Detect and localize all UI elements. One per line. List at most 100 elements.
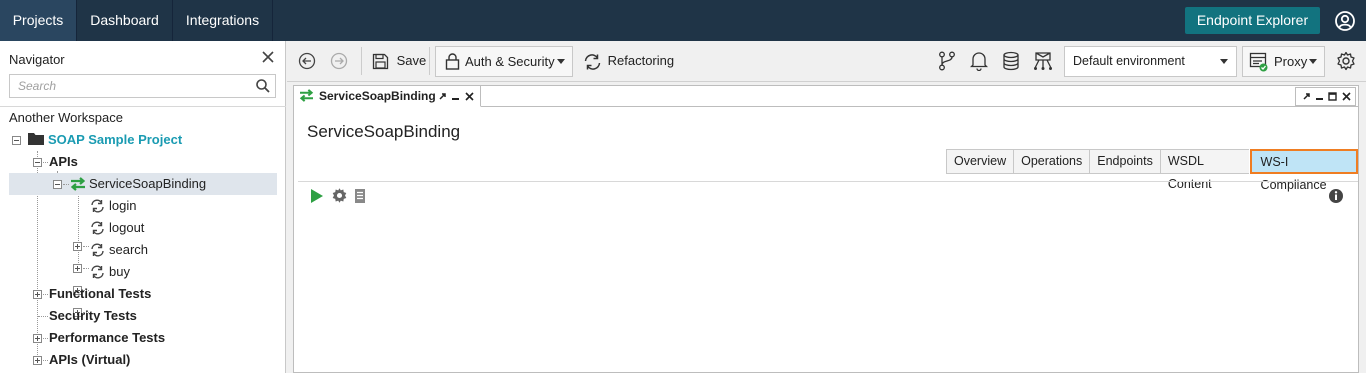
- save-button[interactable]: Save: [372, 46, 426, 76]
- divider: [298, 181, 1358, 182]
- branch-icon[interactable]: [938, 51, 956, 71]
- pin-icon[interactable]: [438, 92, 447, 101]
- tree-item-security-tests[interactable]: Security Tests: [49, 305, 137, 327]
- auth-security-label: Auth & Security: [465, 54, 555, 69]
- expand-toggle-icon[interactable]: [33, 290, 42, 299]
- apis-label: APIs: [49, 154, 78, 169]
- refresh-icon: [91, 265, 104, 279]
- editor-tab-label: ServiceSoapBinding: [319, 89, 436, 103]
- collapse-toggle-icon[interactable]: [33, 158, 42, 167]
- tree-connector: [43, 294, 48, 295]
- main-toolbar: Save Auth & Security Refactoring Default…: [287, 41, 1366, 82]
- proxy-dropdown[interactable]: Proxy: [1242, 46, 1325, 77]
- proxy-icon: [1249, 52, 1268, 72]
- navigator-panel: Navigator Another Workspace SOAP Sample …: [0, 41, 286, 373]
- folder-icon: [28, 133, 44, 145]
- environment-value: Default environment: [1073, 54, 1185, 68]
- navigator-search: [9, 74, 276, 98]
- expand-toggle-icon[interactable]: [33, 356, 42, 365]
- expand-toggle-icon[interactable]: [73, 242, 82, 251]
- forward-icon[interactable]: [330, 52, 348, 70]
- tree-item-functional-tests[interactable]: Functional Tests: [49, 283, 151, 305]
- refactoring-button[interactable]: Refactoring: [583, 46, 674, 76]
- tree-item-workspace[interactable]: Another Workspace: [9, 107, 123, 129]
- save-label: Save: [396, 53, 427, 68]
- tree-item-operation[interactable]: login: [109, 195, 136, 217]
- binding-label: ServiceSoapBinding: [89, 176, 207, 191]
- user-circle-icon[interactable]: [1334, 10, 1356, 32]
- minimize-icon[interactable]: [1315, 92, 1324, 101]
- toolbar-separator: [429, 47, 430, 75]
- tab-ws-i-compliance[interactable]: WS-I Compliance: [1249, 149, 1358, 192]
- proxy-label: Proxy: [1274, 54, 1308, 69]
- play-icon[interactable]: [310, 188, 324, 204]
- top-navigation-bar: Projects Dashboard Integrations Endpoint…: [0, 0, 1366, 41]
- gear-icon[interactable]: [331, 187, 348, 204]
- tree-item-operation[interactable]: logout: [109, 217, 144, 239]
- maximize-icon[interactable]: [1328, 92, 1337, 101]
- tree-item-operation[interactable]: buy: [109, 261, 130, 283]
- chevron-down-icon: [1220, 59, 1228, 64]
- tab-operations[interactable]: Operations: [1013, 149, 1090, 174]
- search-icon[interactable]: [255, 78, 271, 94]
- editor-tab-service-soap-binding[interactable]: ServiceSoapBinding: [294, 86, 481, 107]
- expand-toggle-icon[interactable]: [33, 334, 42, 343]
- lock-icon: [445, 53, 460, 70]
- close-icon[interactable]: [1342, 92, 1351, 101]
- editor-subtabs: Overview Operations Endpoints WSDL Conte…: [946, 149, 1358, 192]
- expand-toggle-icon[interactable]: [73, 264, 82, 273]
- gear-icon[interactable]: [1336, 51, 1356, 71]
- report-icon[interactable]: [354, 188, 366, 204]
- mock-server-icon[interactable]: [1034, 51, 1052, 71]
- tree-item-project[interactable]: SOAP Sample Project: [28, 129, 182, 151]
- tab-wsdl-content[interactable]: WSDL Content: [1159, 149, 1249, 191]
- bell-icon[interactable]: [970, 51, 988, 71]
- search-input[interactable]: [10, 75, 240, 97]
- close-icon[interactable]: [465, 92, 474, 101]
- tree-connector: [38, 316, 48, 317]
- tab-endpoints[interactable]: Endpoints: [1089, 149, 1160, 174]
- tree-connector: [43, 360, 48, 361]
- binding-icon: [299, 89, 314, 102]
- refresh-icon: [91, 199, 104, 213]
- tree-item-operation[interactable]: search: [109, 239, 148, 261]
- tree-connector: [78, 193, 79, 273]
- tree-item-apis[interactable]: APIs: [49, 151, 78, 173]
- refresh-icon: [584, 53, 601, 70]
- tab-integrations[interactable]: Integrations: [173, 0, 273, 41]
- minimize-icon[interactable]: [451, 92, 460, 101]
- tab-dashboard[interactable]: Dashboard: [77, 0, 173, 41]
- database-icon[interactable]: [1002, 51, 1020, 71]
- window-controls: [1295, 87, 1356, 106]
- chevron-down-icon: [557, 59, 565, 64]
- navigator-title: Navigator: [9, 52, 65, 67]
- refresh-icon: [91, 221, 104, 235]
- auth-security-dropdown[interactable]: Auth & Security: [435, 46, 573, 77]
- environment-select[interactable]: Default environment: [1064, 46, 1237, 77]
- divider: [481, 106, 1358, 107]
- info-icon[interactable]: [1328, 188, 1344, 204]
- tab-overview[interactable]: Overview: [946, 149, 1014, 174]
- toolbar-separator: [361, 47, 362, 75]
- tree-connector: [63, 184, 69, 185]
- tab-projects[interactable]: Projects: [0, 0, 77, 41]
- save-icon: [372, 53, 389, 70]
- collapse-toggle-icon[interactable]: [12, 136, 21, 145]
- workspace-label: Another Workspace: [9, 110, 123, 125]
- refresh-icon: [91, 243, 104, 257]
- refactoring-label: Refactoring: [607, 53, 675, 68]
- endpoint-explorer-button[interactable]: Endpoint Explorer: [1185, 7, 1320, 34]
- pin-icon[interactable]: [1302, 92, 1311, 101]
- tree-item-performance-tests[interactable]: Performance Tests: [49, 327, 165, 349]
- back-icon[interactable]: [298, 52, 316, 70]
- collapse-toggle-icon[interactable]: [53, 180, 62, 189]
- editor-panel: ServiceSoapBinding ServiceSoapBinding Ov…: [293, 85, 1359, 373]
- binding-icon: [70, 177, 86, 191]
- chevron-down-icon: [1309, 59, 1317, 64]
- tree-connector: [43, 338, 48, 339]
- close-icon[interactable]: [260, 49, 276, 65]
- tree-item-apis-virtual[interactable]: APIs (Virtual): [49, 349, 130, 371]
- project-label: SOAP Sample Project: [48, 132, 183, 147]
- tree-connector: [43, 162, 48, 163]
- tree-connector: [83, 268, 89, 269]
